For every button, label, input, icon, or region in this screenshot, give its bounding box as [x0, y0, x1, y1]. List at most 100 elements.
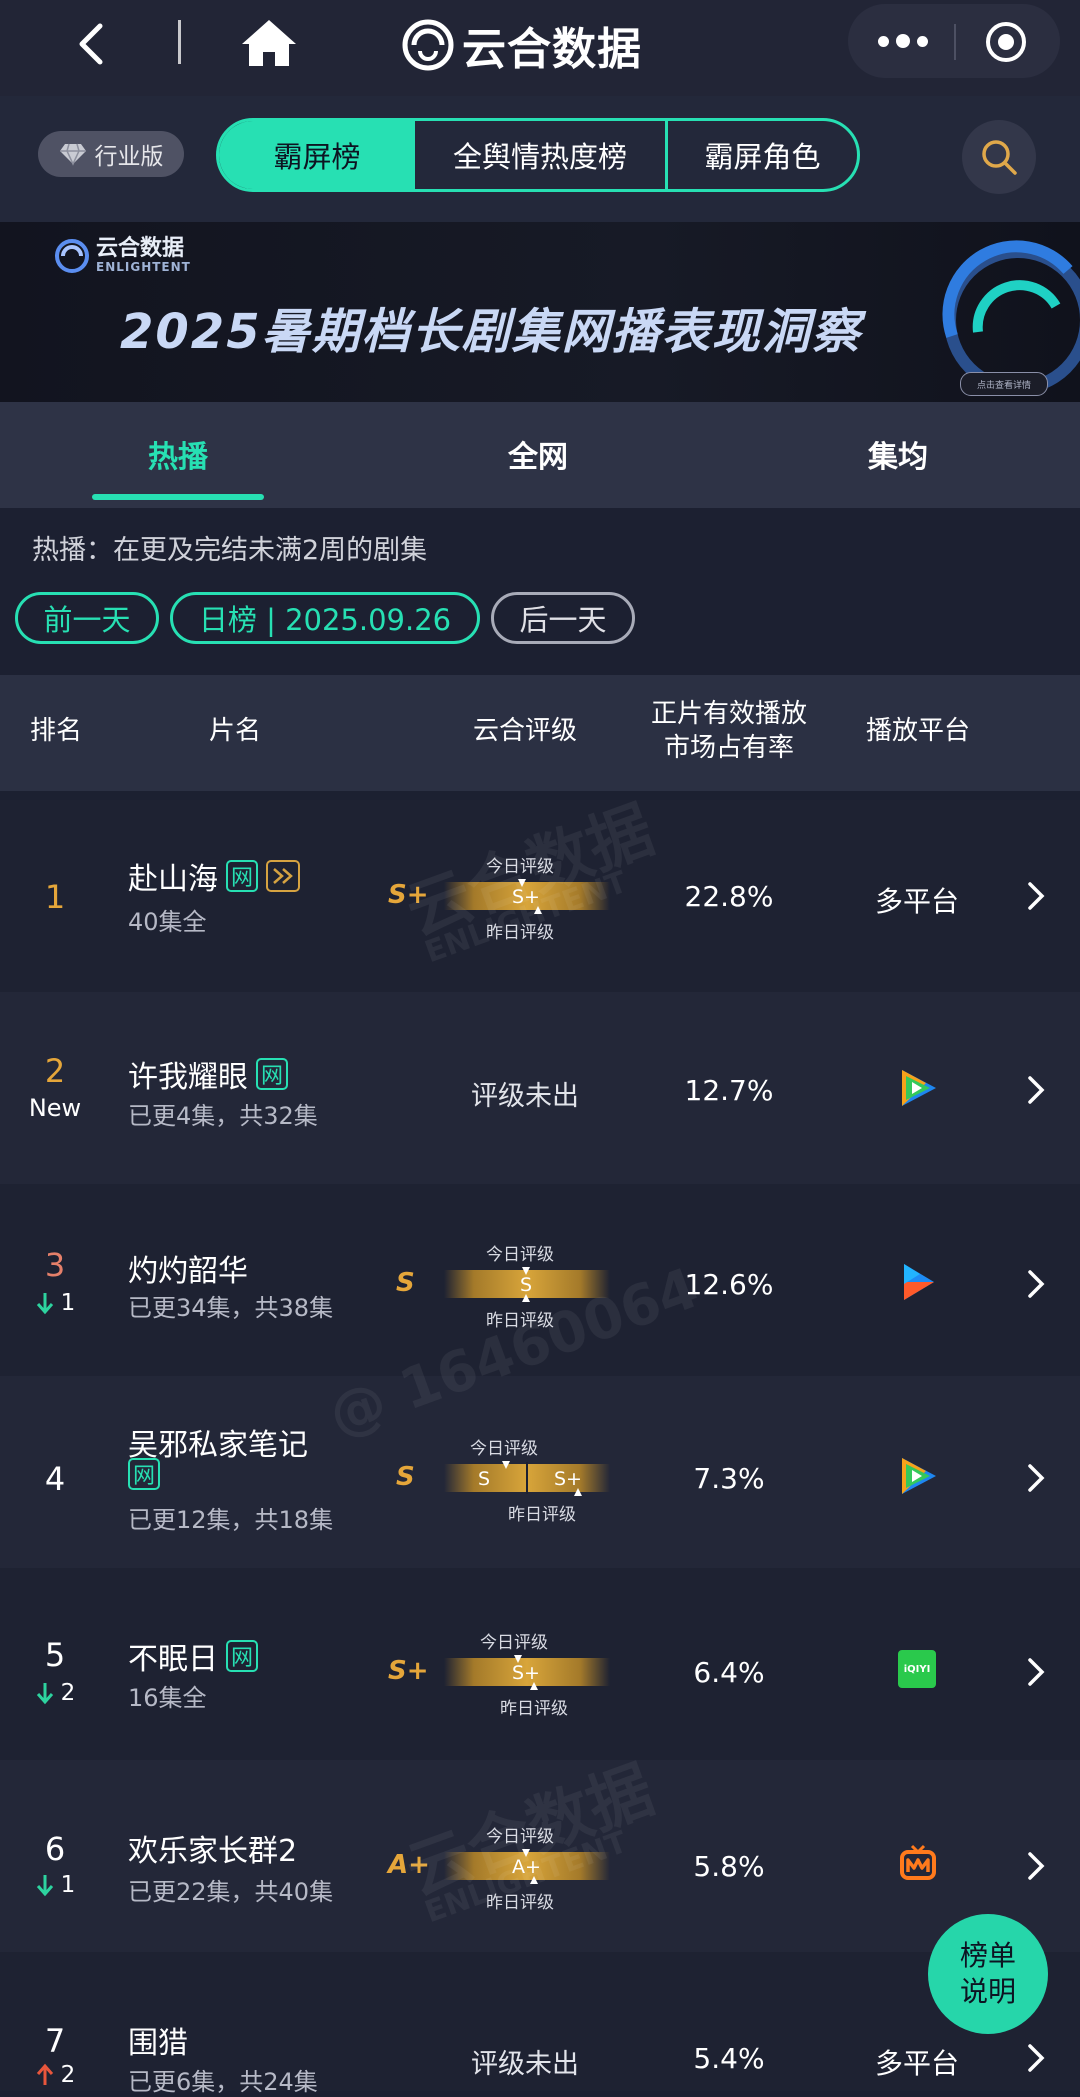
search-button[interactable]: [962, 120, 1036, 194]
rank-change-value: 1: [60, 1872, 76, 1898]
arrow-down-icon: [36, 1683, 53, 1705]
show-title-text: 赴山海: [128, 862, 218, 897]
chevron-right-icon[interactable]: [1024, 1656, 1048, 1688]
youku-icon: [904, 1264, 934, 1300]
grade-not-released: 评级未出: [471, 1081, 579, 1112]
subtab-per-episode[interactable]: 集均: [808, 432, 988, 476]
col-rank: 排名: [29, 716, 82, 746]
network-tag-wrap: 网: [128, 1458, 160, 1490]
episode-info: 已更12集，共18集: [128, 1506, 334, 1534]
banner-logo-name: 云合数据: [96, 236, 185, 261]
fab-line2: 说明: [959, 1975, 1016, 2008]
chart-type-segmented-control: 霸屏榜 全舆情热度榜 霸屏角色: [216, 118, 860, 192]
capsule-divider: [954, 24, 956, 60]
arrow-down-icon: [36, 1875, 53, 1897]
market-share: 5.4%: [693, 2042, 765, 2075]
show-title: 围猎: [128, 2018, 188, 2062]
network-tag: 网: [226, 860, 258, 892]
edition-label: 行业版: [94, 144, 164, 170]
new-badge: New: [28, 1094, 82, 1122]
today-marker-icon: [502, 1461, 510, 1469]
app-brand: 云合数据: [402, 10, 642, 80]
chevron-right-icon[interactable]: [1024, 880, 1048, 912]
close-target-icon[interactable]: [984, 20, 1028, 64]
yunhe-grade: S: [396, 1268, 415, 1298]
nav-divider: [178, 20, 181, 64]
subtab-all-network[interactable]: 全网: [448, 432, 628, 476]
yesterday-grade-label: 昨日评级: [486, 1893, 554, 1913]
date-selector[interactable]: 日榜 | 2025.09.26: [170, 592, 480, 644]
platform-label: 多平台: [874, 885, 959, 918]
next-day-button[interactable]: 后一天: [491, 592, 635, 644]
app-title: 云合数据: [462, 24, 642, 75]
today-grade-label: 今日评级: [486, 857, 554, 877]
col-title: 片名: [208, 716, 261, 746]
network-tag: 网: [256, 1058, 288, 1090]
segment-full-sentiment[interactable]: 全舆情热度榜: [415, 121, 668, 189]
more-menu-icon[interactable]: [878, 24, 948, 58]
yesterday-grade-label: 昨日评级: [486, 923, 554, 943]
yesterday-marker-icon: [522, 1294, 530, 1302]
yesterday-marker-icon: [534, 906, 542, 914]
segment-roles[interactable]: 霸屏角色: [668, 121, 857, 189]
yunhe-grade: A+: [388, 1850, 430, 1880]
today-grade-label: 今日评级: [486, 1827, 554, 1847]
rank-number: 7: [44, 2022, 66, 2060]
arrow-down-icon: [36, 1293, 53, 1315]
edition-badge[interactable]: 行业版: [38, 131, 184, 177]
ranking-explanation-button[interactable]: 榜单 说明: [928, 1914, 1048, 2034]
mini-program-capsule: [848, 4, 1060, 78]
today-grade-value: S: [478, 1468, 491, 1490]
col-grade: 云合评级: [472, 716, 577, 746]
active-tab-underline: [92, 494, 264, 500]
rank-change: 1: [20, 1290, 90, 1316]
market-share: 6.4%: [693, 1656, 765, 1689]
prev-day-button[interactable]: 前一天: [15, 592, 159, 644]
yunhe-grade: S: [396, 1462, 415, 1492]
show-title-text: 围猎: [128, 2026, 188, 2061]
rank-change: 2: [20, 1680, 90, 1706]
back-arrow-icon[interactable]: [68, 20, 116, 68]
yesterday-grade-value: S+: [512, 886, 540, 908]
rank-number: 5: [44, 1636, 66, 1674]
episode-info: 40集全: [128, 908, 207, 936]
col-share-line1: 正片有效播放: [650, 699, 807, 729]
show-title-text: 不眠日: [128, 1642, 218, 1677]
platform-label: 多平台: [874, 2047, 959, 2080]
segment-bapingbang[interactable]: 霸屏榜: [219, 121, 415, 189]
show-title-text: 灼灼韶华: [128, 1254, 248, 1289]
show-title: 欢乐家长群2: [128, 1826, 297, 1870]
yunhe-logo-icon: [55, 239, 89, 273]
show-title: 灼灼韶华: [128, 1246, 248, 1290]
chevron-right-icon[interactable]: [1024, 1850, 1048, 1882]
fab-line1: 榜单: [959, 1939, 1016, 1972]
rank-change-value: 2: [60, 1680, 76, 1706]
yesterday-grade-value: S+: [554, 1468, 582, 1490]
banner-detail-button[interactable]: 点击查看详情: [960, 372, 1048, 396]
rank-number: 2: [44, 1052, 66, 1090]
yesterday-grade-value: S+: [512, 1662, 540, 1684]
rank-number: 6: [44, 1830, 66, 1868]
market-share: 5.8%: [693, 1850, 765, 1883]
subtab-hot[interactable]: 热播: [88, 432, 268, 476]
yesterday-grade-value: S: [520, 1274, 533, 1296]
fast-forward-badge-icon: [266, 860, 300, 892]
grade-not-released: 评级未出: [471, 2049, 579, 2080]
episode-info: 已更34集，共38集: [128, 1294, 334, 1322]
chevron-right-icon[interactable]: [1024, 1268, 1048, 1300]
chevron-right-icon[interactable]: [1024, 2042, 1048, 2074]
search-icon: [982, 140, 1017, 175]
yesterday-marker-icon: [574, 1488, 582, 1496]
home-icon[interactable]: [240, 18, 298, 68]
yesterday-marker-icon: [530, 1876, 538, 1884]
col-platform: 播放平台: [865, 716, 970, 746]
chevron-right-icon[interactable]: [1024, 1074, 1048, 1106]
banner-logo-sub: ENLIGHTENT: [96, 260, 191, 274]
chevron-right-icon[interactable]: [1024, 1462, 1048, 1494]
yunhe-grade: S+: [388, 1656, 429, 1686]
rank-number: 4: [44, 1460, 66, 1498]
today-grade-label: 今日评级: [470, 1439, 538, 1459]
show-title-text: 许我耀眼: [128, 1060, 248, 1095]
grade-split-line: [526, 1462, 528, 1494]
episode-info: 16集全: [128, 1684, 207, 1712]
